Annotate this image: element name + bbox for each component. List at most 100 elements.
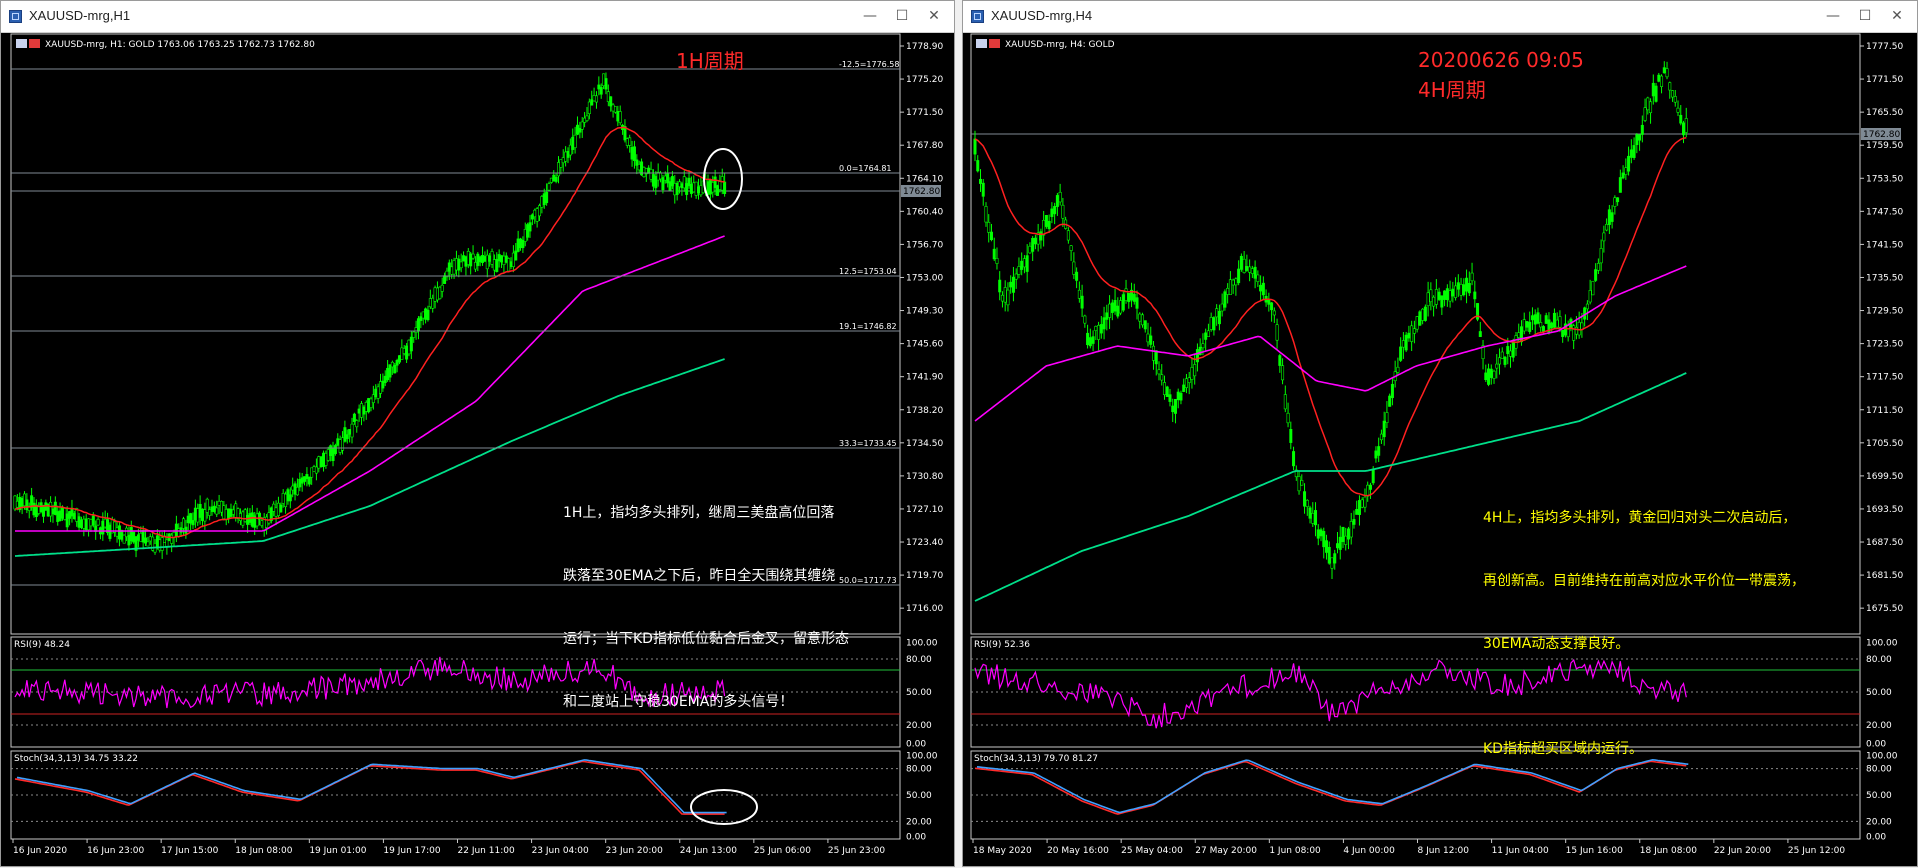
candle — [1226, 287, 1230, 295]
candle — [284, 493, 288, 508]
candle — [250, 512, 254, 527]
candle — [139, 532, 143, 542]
candle — [49, 501, 53, 517]
price-tick-label: 1775.20 — [906, 75, 943, 85]
candle — [127, 534, 131, 546]
candle — [504, 255, 508, 263]
candle — [459, 261, 463, 269]
candle — [177, 528, 181, 537]
candle — [310, 467, 314, 478]
candle — [224, 509, 228, 521]
candle — [184, 526, 188, 534]
candle — [1028, 245, 1032, 254]
candle — [549, 177, 553, 183]
candle — [60, 507, 64, 519]
candle — [431, 297, 435, 309]
candle — [1412, 328, 1416, 334]
candle — [1533, 314, 1537, 325]
price-tick-label: 1756.70 — [906, 240, 943, 250]
candle — [350, 423, 354, 438]
candle — [298, 478, 302, 488]
candle — [1097, 325, 1101, 340]
candle — [720, 176, 724, 191]
candle — [592, 95, 596, 102]
price-tick-label: 1753.50 — [1866, 174, 1903, 184]
candle — [174, 523, 178, 537]
candle — [1173, 398, 1177, 414]
candle — [352, 413, 356, 422]
candle — [1511, 342, 1515, 358]
candle — [571, 136, 575, 150]
time-tick-label: 25 May 04:00 — [1121, 846, 1183, 856]
candle — [1418, 311, 1422, 326]
candle — [409, 336, 413, 352]
candle — [39, 502, 43, 512]
price-tick-label: 1729.50 — [1866, 307, 1903, 317]
candle — [1031, 237, 1035, 252]
candle — [1217, 311, 1221, 325]
candle — [454, 258, 458, 271]
chart-window-h1[interactable]: XAUUSD-mrg,H1 — ☐ ✕ XAUUSD-mrg, H1: GOLD… — [0, 0, 955, 867]
candle — [122, 534, 126, 544]
candle — [393, 364, 397, 374]
chart-window-h4[interactable]: XAUUSD-mrg,H4 — ☐ ✕ XAUUSD-mrg, H4: GOLD… — [962, 0, 1918, 867]
candle — [1585, 303, 1589, 310]
timeframe-label: 1H周期 — [676, 49, 744, 73]
candle — [1421, 308, 1425, 321]
candle — [312, 466, 316, 472]
candle — [1105, 312, 1109, 320]
candle — [507, 258, 511, 272]
candle — [1239, 255, 1243, 270]
candle — [1086, 332, 1090, 346]
candle — [144, 537, 148, 544]
candle — [618, 111, 622, 124]
candle — [234, 503, 238, 518]
candle — [217, 500, 221, 506]
candle — [1242, 258, 1246, 273]
candle — [559, 159, 563, 168]
candle — [215, 507, 219, 515]
candle — [189, 513, 193, 524]
candle — [718, 181, 722, 190]
candle — [146, 541, 150, 547]
note-line: 1H上，指均多头排列，继周三美盘高位回落 — [563, 505, 835, 521]
candle — [1498, 357, 1502, 365]
candle — [1108, 303, 1112, 318]
candle — [1550, 322, 1554, 329]
candle — [1352, 519, 1356, 525]
candle — [362, 406, 366, 415]
time-tick-label: 24 Jun 13:00 — [680, 846, 737, 856]
price-tick-label: 1699.50 — [1866, 472, 1903, 482]
candle — [443, 275, 447, 284]
candle — [1657, 74, 1661, 82]
candle — [210, 506, 214, 512]
candle — [32, 502, 36, 516]
candle — [1297, 476, 1301, 492]
candle — [1607, 209, 1611, 225]
candle — [568, 144, 572, 156]
candle — [314, 466, 318, 474]
candle — [1671, 90, 1675, 98]
candle — [1555, 319, 1559, 328]
candle — [995, 258, 999, 264]
candle — [79, 519, 83, 528]
candle — [1627, 155, 1631, 172]
candle — [68, 511, 72, 519]
candle — [447, 262, 451, 272]
candle — [231, 509, 235, 515]
candle — [212, 505, 216, 512]
candle — [635, 159, 639, 166]
candle — [303, 476, 307, 482]
candle — [1640, 124, 1644, 135]
candle — [343, 427, 347, 442]
candle — [661, 177, 665, 191]
candle — [1574, 326, 1578, 335]
candle — [1102, 317, 1106, 330]
stoch-tick-label: 0.00 — [1866, 832, 1886, 842]
candle — [326, 449, 330, 461]
candle — [402, 348, 406, 354]
stoch-tick-label: 100.00 — [1866, 751, 1898, 761]
candle — [1467, 282, 1471, 294]
candle — [1500, 351, 1504, 359]
candle — [288, 494, 292, 502]
